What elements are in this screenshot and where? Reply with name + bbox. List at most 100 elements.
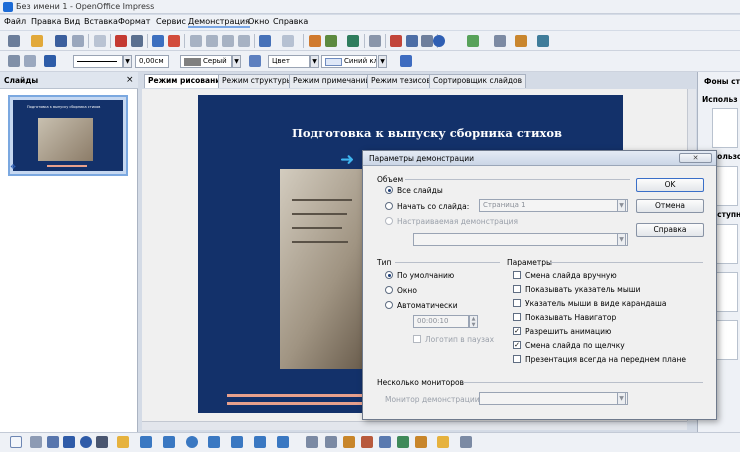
show-logo-checkbox[interactable] (413, 335, 421, 343)
monitor-select[interactable] (479, 392, 628, 405)
option-pen-pointer-checkbox[interactable] (513, 299, 521, 307)
task-panel-section-used[interactable]: Использ (702, 95, 738, 104)
shadow-icon[interactable] (400, 55, 412, 67)
slides-panel-close-icon[interactable]: × (126, 75, 134, 85)
slideshow-icon[interactable] (537, 35, 549, 47)
line-color-dropdown[interactable]: ▼ (378, 55, 387, 68)
ellipse-tool-icon[interactable] (80, 436, 92, 448)
slide-design-icon[interactable] (515, 35, 527, 47)
navigator-icon[interactable] (406, 35, 418, 47)
points-icon[interactable] (306, 436, 318, 448)
paste-icon[interactable] (222, 35, 234, 47)
type-default-radio[interactable] (385, 271, 393, 279)
master-page-preview[interactable] (712, 108, 738, 148)
area-style-dropdown[interactable]: ▼ (310, 55, 319, 68)
arrange-icon[interactable] (460, 436, 472, 448)
start-from-radio[interactable] (385, 202, 393, 210)
zoom-icon[interactable] (421, 35, 433, 47)
menu-view[interactable]: Вид (64, 17, 80, 26)
basic-shapes-icon[interactable] (163, 436, 175, 448)
line-style-dropdown[interactable]: ▼ (123, 55, 132, 68)
custom-show-radio[interactable] (385, 217, 393, 225)
horizontal-scrollbar[interactable] (142, 421, 687, 430)
book-photo[interactable] (280, 169, 362, 369)
fill-color-dropdown[interactable]: ▼ (232, 55, 241, 68)
line-icon[interactable] (24, 55, 36, 67)
text-tool-icon[interactable] (96, 436, 108, 448)
start-slide-select[interactable]: Страница 1 (479, 199, 628, 212)
extrusion-icon[interactable] (397, 436, 409, 448)
option-animation-checkbox[interactable]: ✓ (513, 327, 521, 335)
block-arrows-icon[interactable] (208, 436, 220, 448)
slide-icon[interactable] (467, 35, 479, 47)
tab-slide-sorter[interactable]: Сортировщик слайдов (429, 74, 527, 88)
cut-icon[interactable] (190, 35, 202, 47)
option-navigator-checkbox[interactable] (513, 313, 521, 321)
menu-file[interactable]: Файл (4, 17, 26, 26)
custom-show-select[interactable] (413, 233, 628, 246)
rectangle-tool-icon[interactable] (63, 436, 75, 448)
option-manual-checkbox[interactable] (513, 271, 521, 279)
type-auto-radio[interactable] (385, 301, 393, 309)
line-width-field[interactable]: 0,00см (135, 55, 169, 68)
email-icon[interactable] (72, 35, 84, 47)
custom-show-dropdown[interactable]: ▼ (617, 233, 626, 246)
export-pdf-icon[interactable] (115, 35, 127, 47)
gallery-icon[interactable] (379, 436, 391, 448)
menu-help[interactable]: Справка (273, 17, 308, 26)
format-paintbrush-icon[interactable] (238, 35, 250, 47)
menu-tools[interactable]: Сервис (156, 17, 186, 26)
menu-edit[interactable]: Правка (31, 17, 61, 26)
option-mouse-pointer-checkbox[interactable] (513, 285, 521, 293)
slide-title[interactable]: Подготовка к выпуску сборника стихов (292, 126, 562, 140)
flowchart-icon[interactable] (231, 436, 243, 448)
from-file-icon[interactable] (361, 436, 373, 448)
line-style-select[interactable] (73, 55, 123, 68)
fontwork-icon[interactable] (347, 35, 359, 47)
curve-tool-icon[interactable] (117, 436, 129, 448)
tab-notes[interactable]: Режим примечаний (289, 74, 375, 88)
copy-icon[interactable] (206, 35, 218, 47)
help-icon[interactable] (433, 35, 445, 47)
fontwork-gallery-icon[interactable] (343, 436, 355, 448)
ok-button[interactable]: OK (636, 178, 704, 192)
all-slides-radio[interactable] (385, 186, 393, 194)
area-style-select[interactable]: Цвет (268, 55, 310, 68)
start-slide-dropdown[interactable]: ▼ (617, 199, 626, 212)
menu-insert[interactable]: Вставка (84, 17, 118, 26)
option-click-advance-checkbox[interactable]: ✓ (513, 341, 521, 349)
autospellcheck-icon[interactable] (168, 35, 180, 47)
dialog-close-button[interactable]: ✕ (679, 153, 712, 163)
menu-slideshow[interactable]: Демонстрация (188, 17, 250, 28)
print-icon[interactable] (131, 35, 143, 47)
line-color-select[interactable]: Синий кла (321, 55, 377, 68)
area-icon[interactable] (249, 55, 261, 67)
type-window-radio[interactable] (385, 286, 393, 294)
redo-icon[interactable] (282, 35, 294, 47)
new-document-icon[interactable] (8, 35, 20, 47)
line-style-icon[interactable] (8, 55, 20, 67)
alignment-icon[interactable] (437, 436, 449, 448)
tab-normal[interactable]: Режим рисования (144, 74, 230, 88)
edit-file-icon[interactable] (94, 35, 106, 47)
rotate-icon[interactable] (415, 436, 427, 448)
grid-icon[interactable] (369, 35, 381, 47)
connector-tool-icon[interactable] (140, 436, 152, 448)
select-pointer-icon[interactable] (10, 436, 22, 448)
undo-icon[interactable] (259, 35, 271, 47)
table-icon[interactable] (325, 35, 337, 47)
monitor-dropdown[interactable]: ▼ (617, 392, 626, 405)
help-button[interactable]: Справка (636, 223, 704, 237)
glue-points-icon[interactable] (325, 436, 337, 448)
pause-time-spinner[interactable]: ▲ ▼ (469, 315, 478, 328)
save-icon[interactable] (55, 35, 67, 47)
menu-window[interactable]: Окно (248, 17, 269, 26)
cancel-button[interactable]: Отмена (636, 199, 704, 213)
callouts-icon[interactable] (254, 436, 266, 448)
slide-thumbnail[interactable]: Подготовка к выпуску сборника стихов (8, 95, 128, 176)
symbol-shapes-icon[interactable] (186, 436, 198, 448)
option-always-on-top-checkbox[interactable] (513, 355, 521, 363)
pause-time-field[interactable]: 00:00:10 (413, 315, 469, 328)
stars-icon[interactable] (277, 436, 289, 448)
fill-color-select[interactable]: Серый (180, 55, 232, 68)
